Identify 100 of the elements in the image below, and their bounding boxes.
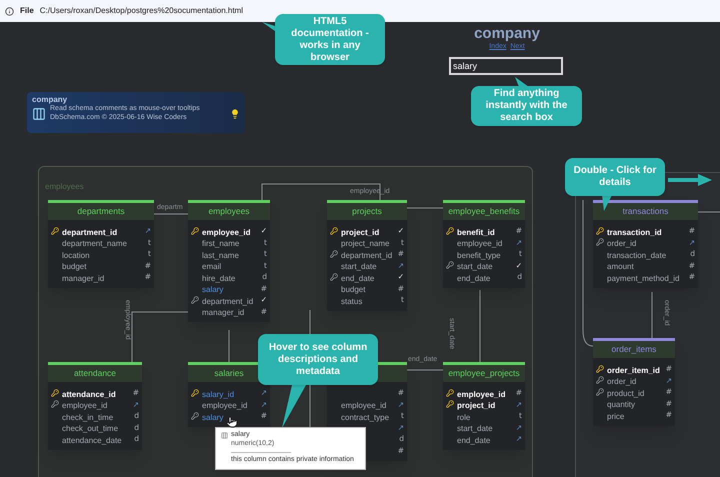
hint-tooltip: Double - Click for details bbox=[565, 158, 665, 196]
hint-tooltip: Find anything instantly with the search box bbox=[471, 86, 582, 126]
column-name[interactable]: payment_method_id bbox=[607, 274, 680, 283]
table-title: attendance bbox=[74, 369, 116, 378]
key-icon bbox=[446, 400, 454, 408]
column-name[interactable]: employee_id bbox=[62, 401, 108, 410]
column-name[interactable]: check_in_time bbox=[62, 412, 114, 422]
column-name[interactable]: department_name bbox=[62, 239, 127, 248]
table-header[interactable]: departments bbox=[48, 200, 154, 220]
column-name[interactable]: attendance_id bbox=[62, 390, 116, 399]
column-name[interactable]: last_name bbox=[202, 250, 239, 260]
key-icon bbox=[446, 388, 454, 397]
column-name[interactable]: attendance_date bbox=[62, 436, 122, 445]
table-title: order_items bbox=[612, 345, 656, 354]
column-name[interactable]: manager_id bbox=[62, 274, 104, 283]
column-name[interactable]: status bbox=[341, 296, 362, 306]
table-title: departments bbox=[77, 207, 125, 216]
column-name[interactable]: benefit_id bbox=[457, 228, 495, 237]
right-arrow-icon bbox=[668, 174, 712, 186]
column-name[interactable]: transaction_date bbox=[607, 250, 666, 260]
hint-tooltip-tail bbox=[282, 385, 306, 428]
column-name[interactable]: project_name bbox=[341, 239, 390, 248]
card-title: company bbox=[32, 95, 68, 104]
column-name[interactable]: order_item_id bbox=[607, 366, 660, 375]
hint-tooltip: Hover to see column descriptions and metadata bbox=[258, 334, 378, 385]
column-name[interactable]: budget bbox=[341, 285, 366, 294]
table-header[interactable]: employee_benefits bbox=[443, 200, 525, 220]
search-field[interactable]: salary bbox=[449, 57, 563, 75]
table-title: employees bbox=[208, 207, 250, 216]
hint-tooltip: HTML5 documentation - works in any browser bbox=[275, 14, 385, 65]
key-icon bbox=[51, 226, 59, 235]
column-name[interactable]: email bbox=[202, 262, 222, 272]
key-icon bbox=[330, 272, 338, 281]
key-icon bbox=[51, 388, 59, 397]
column-name[interactable]: product_id bbox=[607, 388, 644, 398]
column-icon bbox=[221, 432, 228, 439]
column-name[interactable]: manager_id bbox=[202, 308, 244, 318]
table-title: transactions bbox=[622, 207, 668, 216]
column-name[interactable]: end_date bbox=[457, 436, 490, 445]
column-name[interactable]: project_id bbox=[341, 228, 380, 237]
table-header[interactable]: employee_projects bbox=[443, 362, 525, 382]
column-name[interactable]: employee_id bbox=[457, 239, 502, 248]
column-name[interactable]: first_name bbox=[202, 239, 240, 248]
table-title: salaries bbox=[214, 369, 244, 378]
column-name[interactable]: salary_id bbox=[202, 390, 234, 399]
column-name[interactable]: employee_id bbox=[457, 390, 506, 399]
column-name[interactable]: department_id bbox=[341, 250, 392, 260]
key-icon bbox=[191, 412, 199, 420]
column-name[interactable]: project_id bbox=[457, 401, 496, 410]
table-title: employee_benefits bbox=[448, 207, 520, 216]
key-icon bbox=[330, 226, 338, 235]
column-name[interactable]: salary bbox=[202, 412, 224, 422]
bulb-icon bbox=[230, 108, 240, 119]
column-name[interactable]: salary bbox=[202, 285, 224, 294]
column-name[interactable]: benefit_type bbox=[457, 250, 501, 260]
column-name[interactable]: start_date bbox=[457, 424, 493, 434]
column-name[interactable]: employee_id bbox=[341, 401, 386, 410]
key-icon bbox=[51, 400, 59, 408]
key-icon bbox=[191, 296, 199, 304]
key-icon bbox=[596, 226, 604, 235]
column-name[interactable]: role bbox=[457, 412, 470, 422]
column-name[interactable]: contract_type bbox=[341, 412, 390, 422]
table-header[interactable]: attendance bbox=[48, 362, 142, 382]
info-icon bbox=[5, 6, 14, 16]
key-icon bbox=[191, 388, 199, 397]
key-icon bbox=[596, 238, 604, 246]
table-header[interactable]: projects bbox=[327, 200, 407, 220]
column-name[interactable]: order_id bbox=[607, 239, 636, 248]
connector-line bbox=[228, 330, 230, 362]
key-icon bbox=[191, 226, 199, 235]
column-name[interactable]: order_id bbox=[607, 377, 636, 386]
key-icon bbox=[446, 226, 454, 235]
column-name[interactable]: location bbox=[62, 250, 90, 260]
column-name[interactable]: check_out_time bbox=[62, 424, 118, 434]
column-name[interactable]: department_id bbox=[62, 228, 118, 237]
column-name[interactable]: quantity bbox=[607, 400, 636, 410]
column-name[interactable]: end_date bbox=[457, 274, 490, 283]
group-label: employees bbox=[45, 182, 84, 191]
table-title: employee_projects bbox=[448, 369, 520, 378]
connector-line bbox=[132, 312, 188, 362]
column-name[interactable]: start_date bbox=[457, 262, 493, 272]
column-name[interactable]: start_date bbox=[341, 262, 377, 272]
schema-title: company bbox=[474, 26, 540, 41]
column-name[interactable]: hire_date bbox=[202, 274, 236, 283]
column-name[interactable]: employee_id bbox=[202, 228, 250, 237]
column-name[interactable]: department_id bbox=[202, 296, 254, 306]
table-header[interactable]: employees bbox=[188, 200, 270, 220]
column-name[interactable]: price bbox=[607, 412, 624, 421]
column-name[interactable]: employee_id bbox=[202, 401, 248, 410]
column-name[interactable]: transaction_id bbox=[607, 228, 662, 237]
key-icon bbox=[596, 364, 604, 373]
column-name[interactable]: amount bbox=[607, 262, 634, 272]
scheme-label: File bbox=[20, 5, 34, 17]
table-header[interactable]: order_items bbox=[593, 338, 675, 358]
key-icon bbox=[330, 250, 338, 258]
column-name[interactable]: budget bbox=[62, 262, 86, 272]
column-name[interactable]: end_date bbox=[341, 274, 374, 283]
url-text: C:/Users/roxan/Desktop/postgres%20socumentation.html bbox=[40, 5, 243, 17]
table-header[interactable]: transactions bbox=[593, 200, 698, 220]
table-title: projects bbox=[352, 207, 382, 216]
